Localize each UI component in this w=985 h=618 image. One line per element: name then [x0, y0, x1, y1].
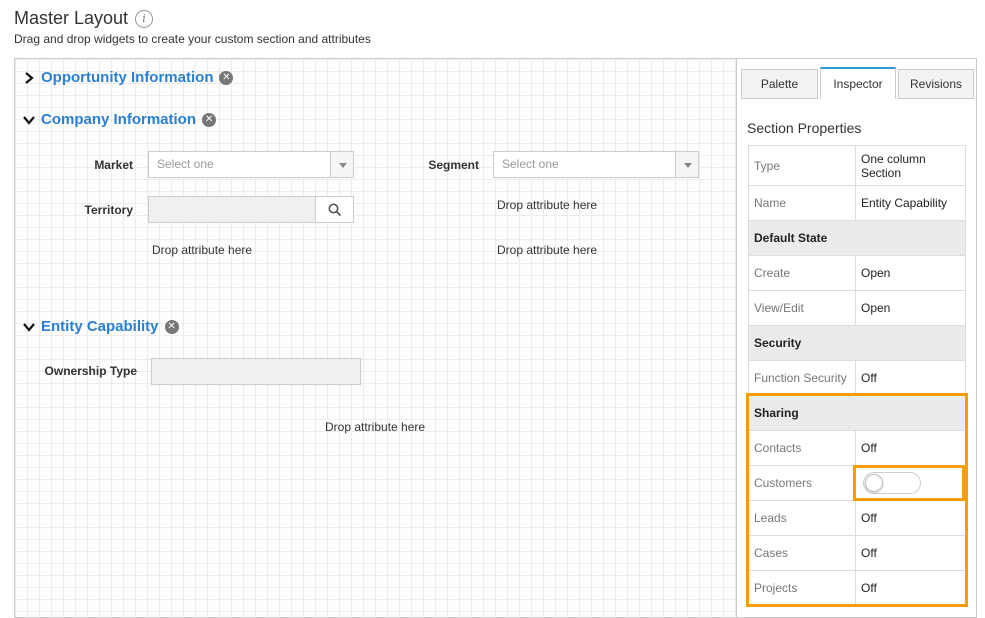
close-icon[interactable]: ✕: [202, 112, 217, 127]
segment-label: Segment: [428, 158, 479, 172]
ownership-type-label: Ownership Type: [44, 364, 137, 378]
territory-label: Territory: [84, 203, 133, 217]
tab-inspector[interactable]: Inspector: [820, 67, 896, 99]
table-row: Leads Off: [748, 500, 966, 536]
group-row: Default State: [748, 220, 966, 256]
search-button[interactable]: [315, 197, 353, 222]
table-row: Name Entity Capability: [748, 185, 966, 221]
section-company-header[interactable]: Company Information ✕: [23, 111, 217, 128]
table-row: Function Security Off: [748, 360, 966, 396]
section-company-title[interactable]: Company Information: [41, 111, 196, 128]
prop-value[interactable]: Off: [855, 360, 966, 396]
table-row: Type One column Section: [748, 145, 966, 186]
prop-value[interactable]: Open: [855, 255, 966, 291]
table-row: View/Edit Open: [748, 290, 966, 326]
prop-key: Customers: [748, 465, 856, 501]
territory-lookup[interactable]: [148, 196, 354, 223]
tab-palette[interactable]: Palette: [741, 69, 818, 99]
section-properties-heading: Section Properties: [747, 120, 862, 136]
table-row: Projects Off: [748, 570, 966, 606]
prop-key: Projects: [748, 570, 856, 606]
prop-value[interactable]: One column Section: [855, 145, 966, 186]
chevron-down-icon[interactable]: [23, 321, 35, 333]
table-row: Contacts Off: [748, 430, 966, 466]
chevron-down-icon[interactable]: [23, 114, 35, 126]
drop-zone[interactable]: Drop attribute here: [497, 198, 597, 212]
page-subtitle: Drag and drop widgets to create your cus…: [14, 32, 371, 46]
properties-table: Type One column Section Name Entity Capa…: [748, 145, 966, 606]
market-placeholder: Select one: [157, 157, 214, 171]
section-entity-header[interactable]: Entity Capability ✕: [23, 318, 179, 335]
group-label: Security: [748, 325, 966, 361]
close-icon[interactable]: ✕: [164, 319, 179, 334]
prop-key: Cases: [748, 535, 856, 571]
prop-value[interactable]: Open: [855, 290, 966, 326]
group-row: Security: [748, 325, 966, 361]
prop-key: View/Edit: [748, 290, 856, 326]
search-icon: [328, 203, 341, 216]
table-row: Cases Off: [748, 535, 966, 571]
customers-toggle-cell: [855, 465, 966, 501]
dropdown-arrow-icon[interactable]: [675, 152, 698, 177]
prop-key: Name: [748, 185, 856, 221]
section-opportunity-title[interactable]: Opportunity Information: [41, 69, 213, 86]
group-row: Sharing: [748, 395, 966, 431]
market-select[interactable]: Select one: [148, 151, 354, 178]
page-header: Master Layout i Drag and drop widgets to…: [14, 8, 371, 46]
panel-tabs: Palette Inspector Revisions: [741, 67, 976, 99]
section-entity-title[interactable]: Entity Capability: [41, 318, 159, 335]
drop-zone[interactable]: Drop attribute here: [497, 243, 597, 257]
table-row: Customers: [748, 465, 966, 501]
table-row: Create Open: [748, 255, 966, 291]
prop-value[interactable]: Off: [855, 430, 966, 466]
prop-key: Leads: [748, 500, 856, 536]
prop-value[interactable]: Off: [855, 535, 966, 571]
segment-select[interactable]: Select one: [493, 151, 699, 178]
tab-revisions[interactable]: Revisions: [898, 69, 974, 99]
prop-key: Function Security: [748, 360, 856, 396]
dropdown-arrow-icon[interactable]: [330, 152, 353, 177]
toggle-knob[interactable]: [865, 474, 883, 492]
prop-value[interactable]: Off: [855, 570, 966, 606]
prop-value[interactable]: Off: [855, 500, 966, 536]
section-opportunity-header[interactable]: Opportunity Information ✕: [23, 69, 234, 86]
close-icon[interactable]: ✕: [219, 70, 234, 85]
page-title: Master Layout: [14, 8, 129, 28]
prop-key: Type: [748, 145, 856, 186]
group-label: Sharing: [748, 395, 966, 431]
drop-zone[interactable]: Drop attribute here: [152, 243, 252, 257]
segment-placeholder: Select one: [502, 157, 559, 171]
market-label: Market: [94, 158, 133, 172]
group-label: Default State: [748, 220, 966, 256]
info-icon[interactable]: i: [135, 9, 154, 28]
inspector-panel: Palette Inspector Revisions Section Prop…: [736, 58, 977, 618]
prop-key: Create: [748, 255, 856, 291]
drop-zone[interactable]: Drop attribute here: [325, 420, 425, 434]
layout-canvas: Opportunity Information ✕ Company Inform…: [14, 58, 736, 618]
prop-key: Contacts: [748, 430, 856, 466]
prop-value[interactable]: Entity Capability: [855, 185, 966, 221]
customers-toggle[interactable]: [863, 472, 921, 494]
chevron-right-icon[interactable]: [23, 71, 35, 84]
ownership-type-field[interactable]: [151, 358, 361, 385]
